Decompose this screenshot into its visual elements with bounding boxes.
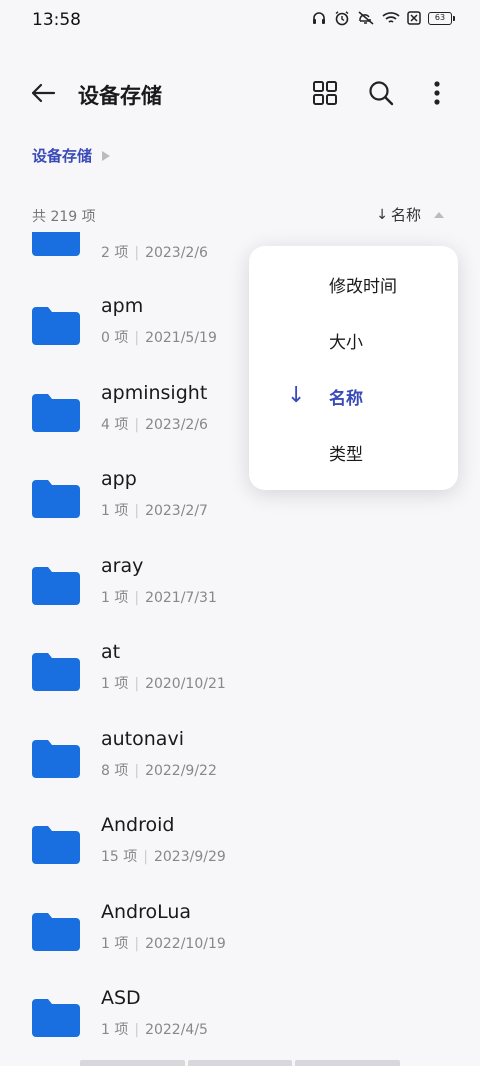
file-meta: 1 项 | 2021/7/31 [101, 589, 217, 606]
menu-item-sort-size[interactable]: 大小 [249, 313, 458, 369]
menu-item-label: 修改时间 [329, 277, 397, 297]
file-date: 2022/10/19 [145, 935, 226, 952]
table-row[interactable]: at 1 项 | 2020/10/21 [0, 641, 480, 728]
file-name: Android [101, 814, 175, 836]
file-name: app [101, 468, 137, 490]
file-item-count: 1 项 [101, 1022, 129, 1038]
folder-icon [32, 653, 80, 691]
mute-icon [358, 11, 374, 25]
sort-arrow-down-icon: ↓ [287, 383, 306, 408]
file-date: 2023/2/6 [145, 245, 208, 261]
file-name: aray [101, 554, 144, 577]
table-row[interactable]: aray 1 项 | 2021/7/31 [0, 555, 480, 642]
table-row[interactable]: Android 15 项 | 2023/9/29 [0, 814, 480, 901]
wifi-icon [382, 12, 400, 23]
breadcrumb: 设备存储 [32, 145, 111, 166]
table-row[interactable]: AndroLua 1 项 | 2022/10/19 [0, 901, 480, 988]
sort-label: 名称 [390, 206, 421, 224]
breadcrumb-item-device-storage[interactable]: 设备存储 [32, 145, 92, 166]
breadcrumb-arrow-icon [102, 150, 111, 161]
page-title: 设备存储 [78, 84, 162, 108]
search-icon[interactable] [366, 78, 396, 108]
file-meta: 1 项 | 2020/10/21 [101, 676, 226, 692]
bottom-tab-segment [80, 1060, 185, 1066]
summary-row: 共 219 项 ↓ 名称 [32, 204, 448, 228]
menu-item-sort-name[interactable]: ↓ 名称 [249, 369, 458, 425]
folder-icon [32, 912, 80, 951]
toolbar: 设备存储 [0, 62, 480, 122]
file-meta: 1 项 | 2023/2/7 [101, 503, 208, 519]
menu-item-sort-type[interactable]: 类型 [249, 425, 458, 481]
status-time: 13:58 [32, 10, 81, 30]
file-meta: 0 项 | 2021/5/19 [101, 330, 217, 346]
file-meta: 15 项 | 2023/9/29 [101, 849, 226, 865]
back-arrow-icon[interactable] [28, 78, 58, 108]
file-date: 2021/5/19 [145, 330, 217, 346]
file-date: 2020/10/21 [145, 676, 226, 692]
more-vert-icon[interactable] [422, 78, 452, 108]
sort-arrow-down-icon: ↓ [376, 206, 388, 223]
folder-icon [32, 739, 80, 778]
file-date: 2023/9/29 [153, 849, 226, 865]
status-icons: 63 [311, 10, 455, 26]
file-item-count: 4 项 [101, 416, 129, 433]
status-bar: 13:58 63 [0, 0, 480, 44]
menu-item-label: 大小 [329, 333, 363, 353]
sort-control[interactable]: ↓ 名称 [376, 204, 444, 225]
file-item-count: 1 项 [101, 503, 129, 519]
file-meta: 8 项 | 2022/9/22 [101, 762, 217, 779]
file-item-count: 15 项 [101, 849, 138, 865]
file-item-count: 2 项 [101, 245, 129, 261]
table-row[interactable]: autonavi 8 项 | 2022/9/22 [0, 728, 480, 815]
folder-icon [32, 232, 80, 256]
file-item-count: 1 项 [101, 676, 129, 692]
file-name: ASD [101, 987, 141, 1009]
item-count: 共 219 项 [32, 209, 96, 225]
file-meta: 1 项 | 2022/4/5 [101, 1022, 208, 1038]
file-name: at [101, 641, 121, 663]
bottom-tab-segment [295, 1060, 401, 1066]
table-row[interactable]: ASD 1 项 | 2022/4/5 [0, 987, 480, 1066]
battery-icon: 63 [428, 11, 455, 25]
sim-off-icon [407, 11, 421, 25]
file-item-count: 8 项 [101, 762, 129, 779]
bottom-toolbar-edge [80, 1060, 401, 1066]
alarm-icon [335, 11, 349, 26]
file-item-count: 0 项 [101, 330, 129, 346]
file-item-count: 1 项 [101, 935, 129, 952]
menu-item-label: 名称 [329, 389, 363, 409]
folder-icon [32, 393, 80, 432]
bottom-tab-segment [187, 1060, 293, 1066]
file-date: 2023/2/6 [145, 416, 208, 433]
caret-up-icon [434, 211, 444, 218]
file-name: AndroLua [101, 900, 192, 923]
file-date: 2023/2/7 [145, 503, 208, 519]
folder-icon [32, 480, 80, 518]
headphones-icon [313, 12, 325, 24]
folder-icon [32, 999, 80, 1037]
folder-icon [32, 566, 80, 605]
file-date: 2022/4/5 [145, 1022, 208, 1038]
file-meta: 1 项 | 2022/10/19 [101, 935, 226, 952]
folder-icon [32, 307, 80, 345]
file-name: apm [101, 295, 144, 317]
file-name: autonavi [101, 727, 184, 750]
folder-icon [32, 826, 80, 864]
file-date: 2022/9/22 [145, 762, 217, 779]
file-meta: 4 项 | 2023/2/6 [101, 416, 208, 433]
file-meta: 2 项 | 2023/2/6 [101, 245, 208, 261]
menu-item-label: 类型 [329, 445, 363, 465]
grid-view-icon[interactable] [310, 78, 340, 108]
sort-menu: 修改时间 大小 ↓ 名称 类型 [249, 246, 458, 490]
file-date: 2021/7/31 [145, 589, 217, 606]
file-item-count: 1 项 [101, 589, 129, 606]
file-name: apminsight [101, 381, 208, 404]
menu-item-sort-modified[interactable]: 修改时间 [249, 257, 458, 313]
